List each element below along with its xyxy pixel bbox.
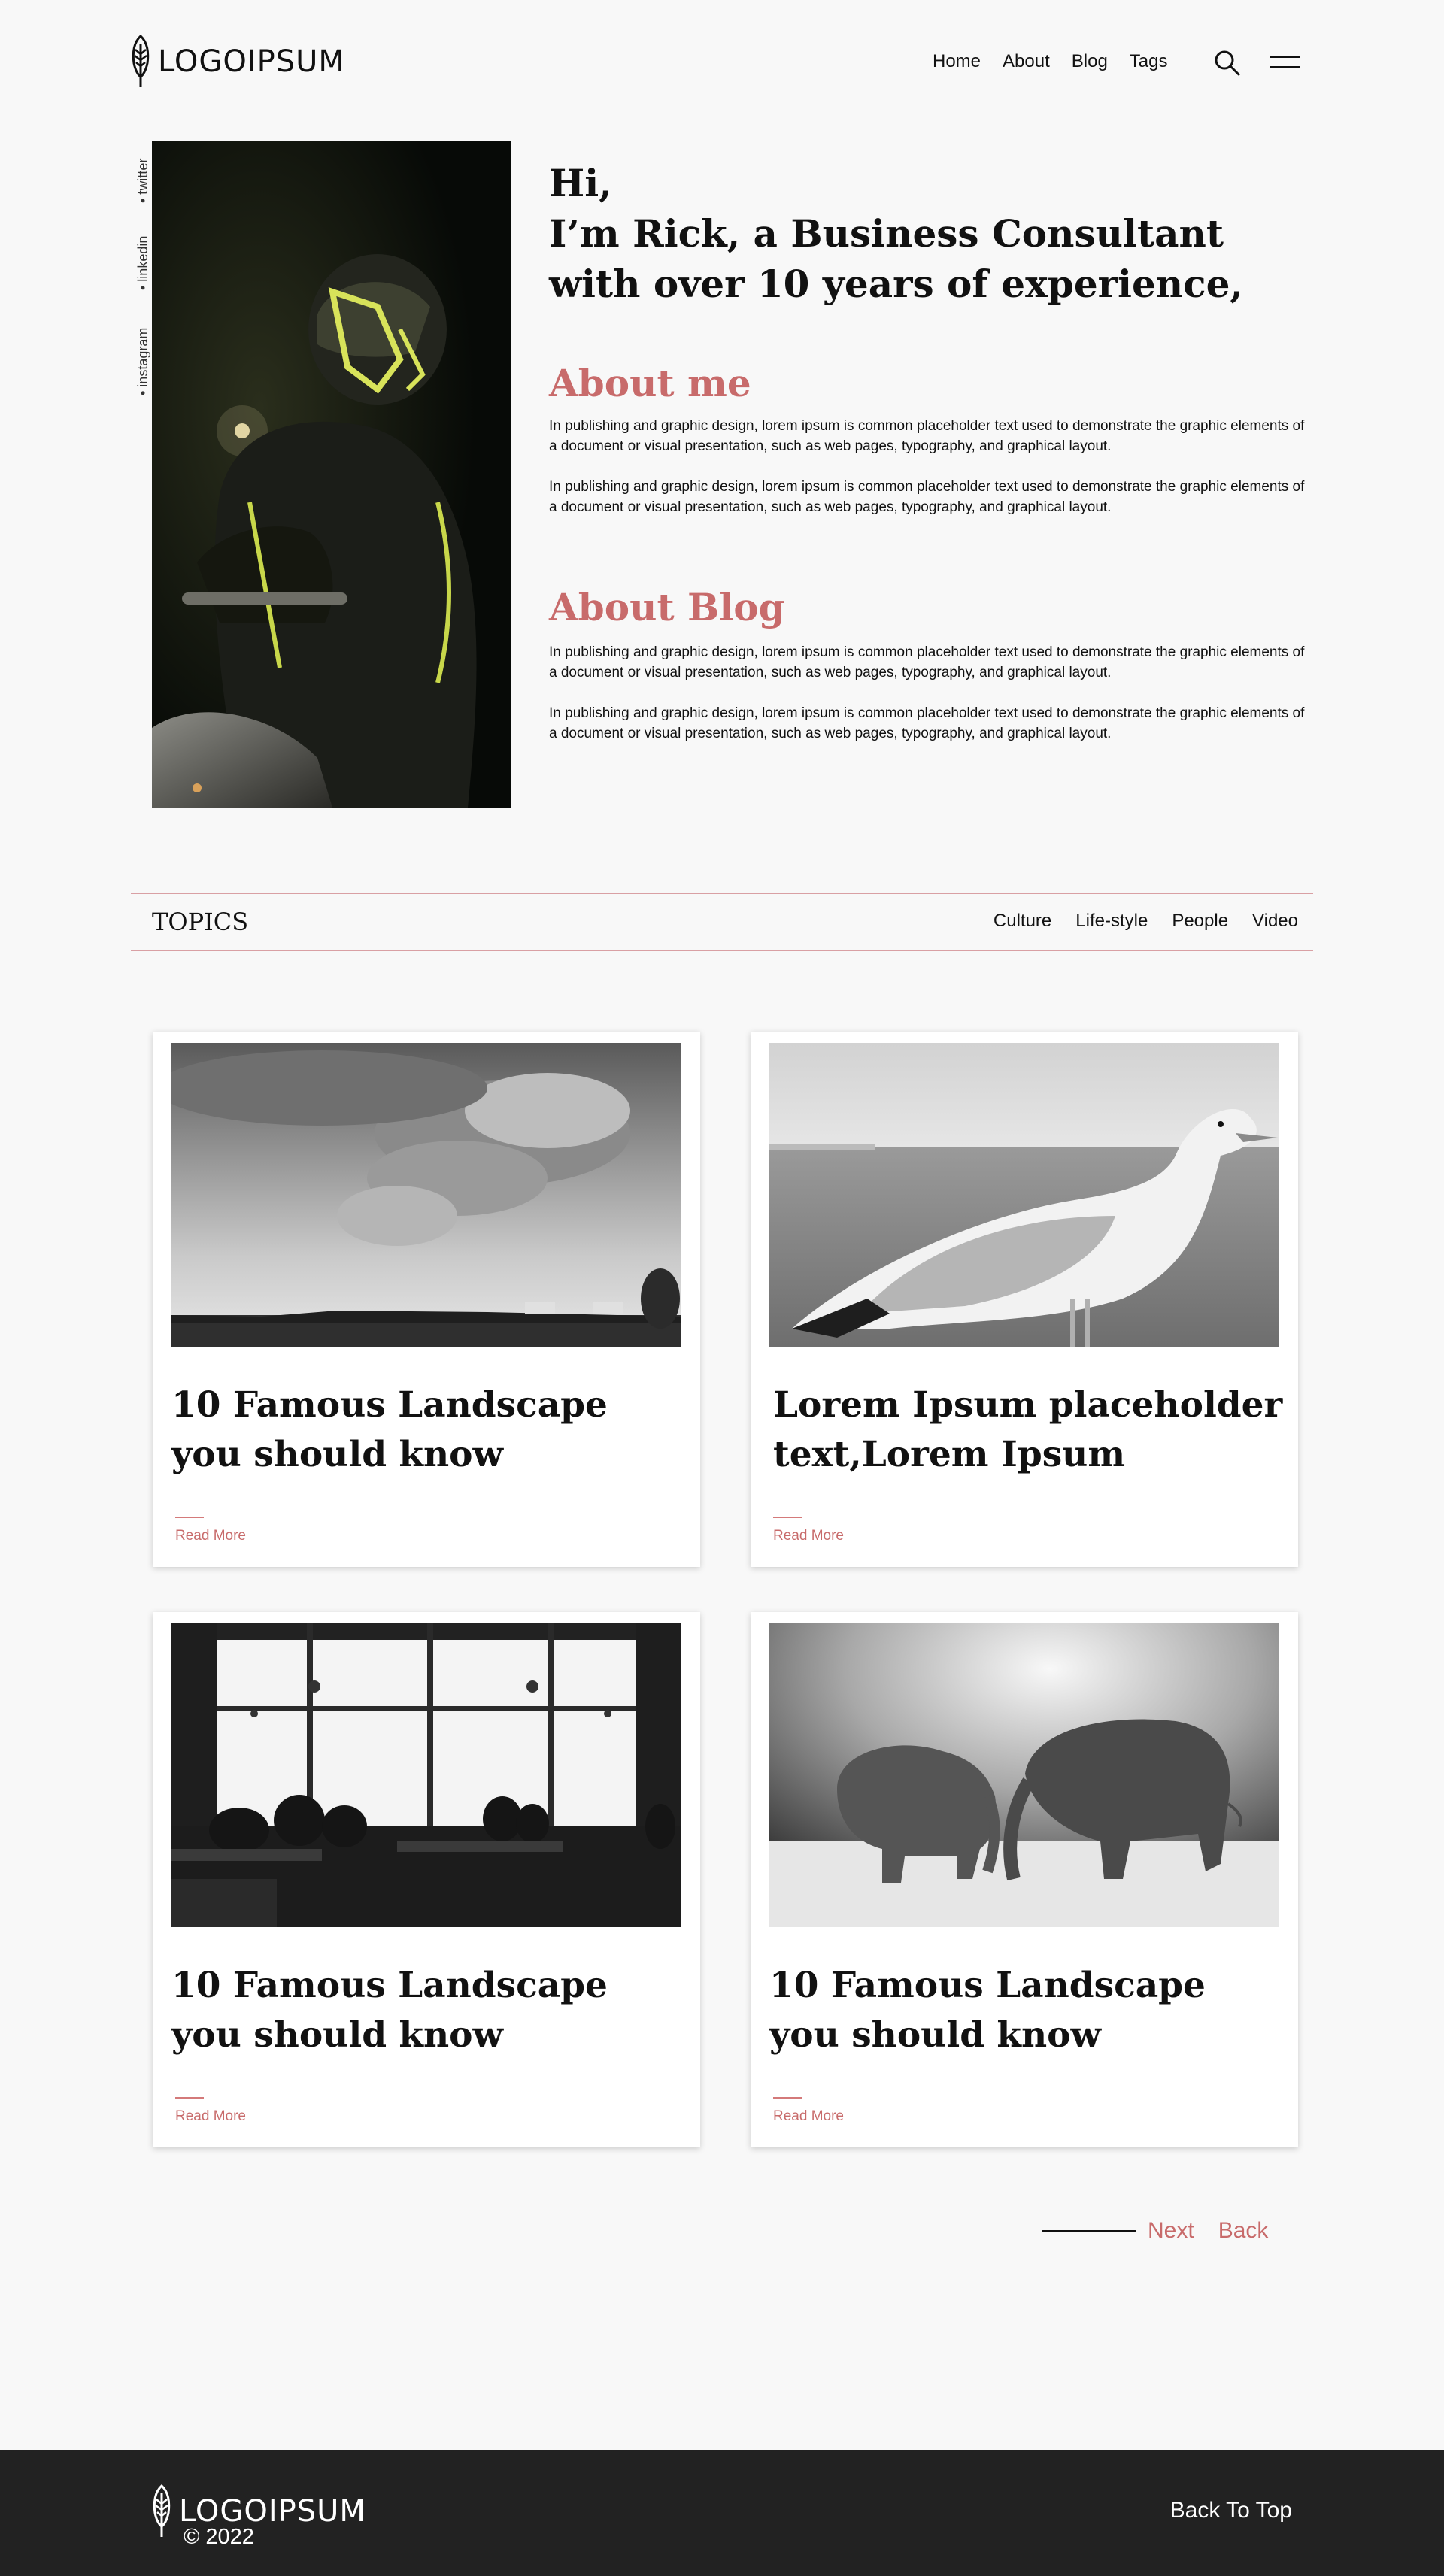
hero-heading: Hi, I’m Rick, a Business Consultant with… bbox=[549, 158, 1316, 309]
post-card[interactable]: 10 Famous Landscape you should know Read… bbox=[153, 1612, 700, 2147]
footer-logo-text: LOGOIPSUM bbox=[179, 2494, 366, 2529]
post-image-storm bbox=[171, 1043, 681, 1347]
about-me-paragraph-2: In publishing and graphic design, lorem … bbox=[549, 479, 1305, 515]
read-more-divider bbox=[175, 1517, 204, 1518]
topics-bar: TOPICS Culture Life-style People Video bbox=[131, 893, 1313, 951]
hero-greeting: Hi, bbox=[549, 161, 612, 205]
post-title[interactable]: 10 Famous Landscape you should know bbox=[769, 1961, 1281, 2060]
hero-photo bbox=[152, 141, 511, 808]
read-more-divider bbox=[175, 2097, 204, 2099]
post-title[interactable]: 10 Famous Landscape you should know bbox=[171, 1961, 683, 2060]
logo-text: LOGOIPSUM bbox=[158, 44, 345, 79]
nav-tags[interactable]: Tags bbox=[1130, 51, 1168, 72]
read-more-link[interactable]: Read More bbox=[175, 2108, 246, 2125]
feather-logo-icon bbox=[132, 35, 150, 87]
social-twitter[interactable]: • twitter bbox=[135, 159, 151, 203]
copyright: © 2022 bbox=[184, 2525, 254, 2549]
back-to-top-link[interactable]: Back To Top bbox=[1170, 2498, 1292, 2523]
topic-people[interactable]: People bbox=[1172, 911, 1228, 932]
footer: LOGOIPSUM © 2022 Back To Top bbox=[0, 2450, 1444, 2576]
topic-lifestyle[interactable]: Life-style bbox=[1075, 911, 1148, 932]
read-more-divider bbox=[773, 2097, 802, 2099]
post-image-elephants bbox=[769, 1623, 1279, 1927]
feather-logo-icon bbox=[153, 2484, 171, 2537]
menu-icon[interactable] bbox=[1270, 54, 1300, 71]
about-blog-title: About Blog bbox=[549, 585, 785, 629]
post-title[interactable]: Lorem Ipsum placeholder text,Lorem Ipsum bbox=[773, 1380, 1285, 1480]
read-more-link[interactable]: Read More bbox=[175, 1528, 246, 1544]
search-icon[interactable] bbox=[1214, 50, 1241, 77]
read-more-link[interactable]: Read More bbox=[773, 2108, 844, 2125]
read-more-link[interactable]: Read More bbox=[773, 1528, 844, 1544]
post-title[interactable]: 10 Famous Landscape you should know bbox=[171, 1380, 683, 1480]
header-logo[interactable]: LOGOIPSUM bbox=[131, 35, 345, 89]
about-blog-paragraph-2: In publishing and graphic design, lorem … bbox=[549, 705, 1305, 741]
back-button[interactable]: Back bbox=[1218, 2218, 1269, 2244]
topics-nav: Culture Life-style People Video bbox=[994, 911, 1298, 932]
main-nav: Home About Blog Tags bbox=[933, 51, 1168, 72]
topic-culture[interactable]: Culture bbox=[994, 911, 1051, 932]
next-button[interactable]: Next bbox=[1148, 2218, 1194, 2244]
social-instagram[interactable]: • instagram bbox=[135, 328, 151, 395]
nav-about[interactable]: About bbox=[1003, 51, 1050, 72]
about-me-paragraph-1: In publishing and graphic design, lorem … bbox=[549, 418, 1305, 454]
post-image-cafe bbox=[171, 1623, 681, 1927]
topic-video[interactable]: Video bbox=[1252, 911, 1298, 932]
hero-intro: I’m Rick, a Business Consultant with ove… bbox=[549, 211, 1243, 306]
read-more-divider bbox=[773, 1517, 802, 1518]
about-me-title: About me bbox=[549, 361, 751, 405]
social-links: • twitter • linkedin • instagram bbox=[132, 140, 152, 395]
post-image-seagull bbox=[769, 1043, 1279, 1347]
nav-blog[interactable]: Blog bbox=[1072, 51, 1108, 72]
post-card[interactable]: 10 Famous Landscape you should know Read… bbox=[153, 1032, 700, 1567]
post-card[interactable]: 10 Famous Landscape you should know Read… bbox=[751, 1612, 1298, 2147]
pagination: Next Back bbox=[1042, 2218, 1268, 2244]
pagination-line bbox=[1042, 2230, 1136, 2232]
post-card[interactable]: Lorem Ipsum placeholder text,Lorem Ipsum… bbox=[751, 1032, 1298, 1567]
social-linkedin[interactable]: • linkedin bbox=[135, 236, 151, 290]
nav-home[interactable]: Home bbox=[933, 51, 981, 72]
topics-title: TOPICS bbox=[152, 908, 249, 936]
about-blog-paragraph-1: In publishing and graphic design, lorem … bbox=[549, 644, 1305, 680]
